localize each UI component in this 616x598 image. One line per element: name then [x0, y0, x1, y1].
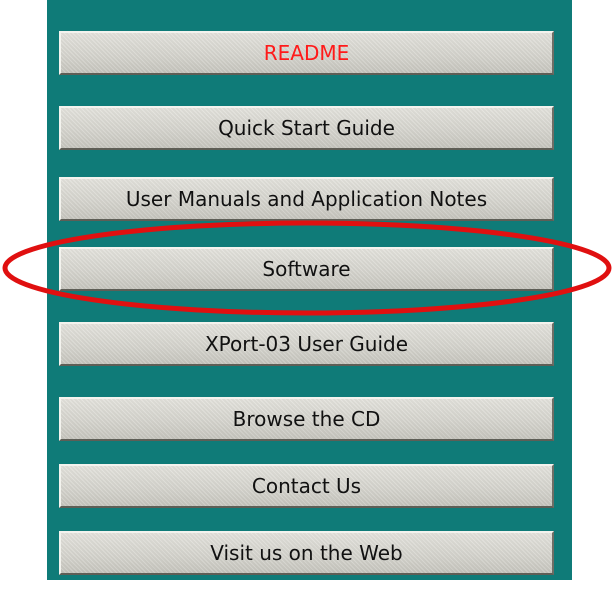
software-button[interactable]: Software	[59, 247, 554, 291]
visit-web-button[interactable]: Visit us on the Web	[59, 531, 554, 575]
readme-button[interactable]: README	[59, 31, 554, 75]
xport-user-guide-button[interactable]: XPort-03 User Guide	[59, 322, 554, 366]
contact-us-button[interactable]: Contact Us	[59, 464, 554, 508]
quick-start-guide-button[interactable]: Quick Start Guide	[59, 106, 554, 150]
user-manuals-button[interactable]: User Manuals and Application Notes	[59, 177, 554, 221]
browse-cd-button[interactable]: Browse the CD	[59, 397, 554, 441]
